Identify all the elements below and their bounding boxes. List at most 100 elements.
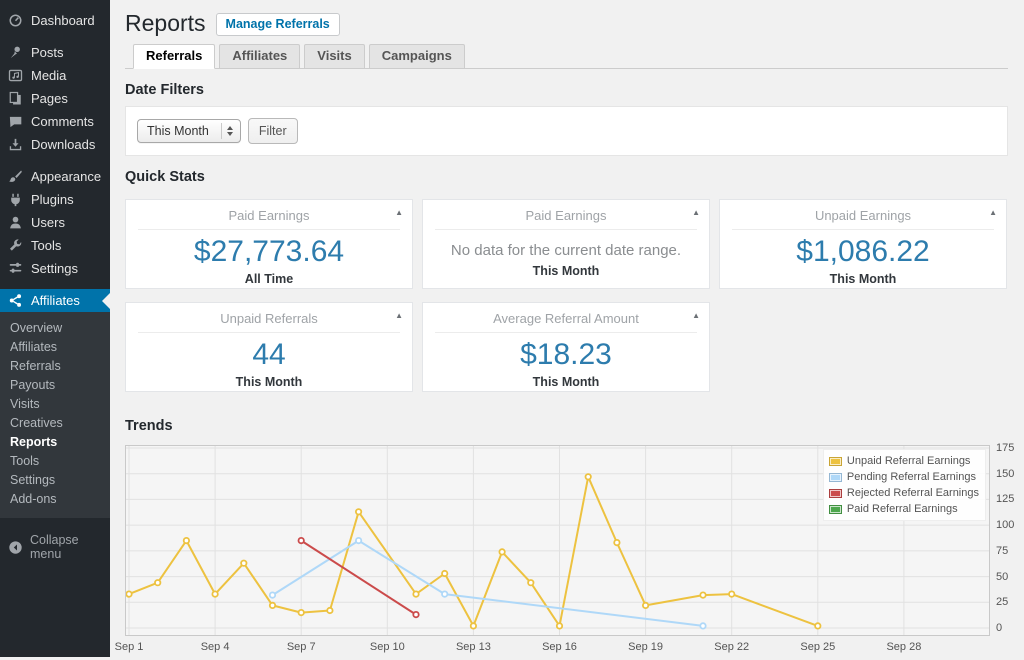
trends-heading: Trends bbox=[125, 418, 173, 434]
sidebar-item-label: Plugins bbox=[31, 192, 74, 207]
submenu-item-reports[interactable]: Reports bbox=[0, 433, 110, 452]
submenu-item-add-ons[interactable]: Add-ons bbox=[0, 490, 110, 509]
collapse-caret-icon[interactable]: ▲ bbox=[395, 208, 403, 217]
tab-referrals[interactable]: Referrals bbox=[133, 44, 216, 69]
legend-swatch bbox=[828, 504, 842, 514]
page-header: Reports Manage Referrals bbox=[125, 9, 1008, 37]
stat-card: Unpaid Referrals ▲ 44 This Month bbox=[125, 302, 413, 392]
y-tick-label: 100 bbox=[996, 519, 1015, 532]
collapse-menu-button[interactable]: Collapse menu bbox=[0, 529, 110, 565]
stat-value: $1,086.22 bbox=[796, 235, 930, 268]
menu-separator bbox=[0, 156, 110, 165]
sidebar-item-label: Pages bbox=[31, 91, 68, 106]
sidebar-item-appearance[interactable]: Appearance bbox=[0, 165, 110, 188]
stat-card-title: Paid Earnings ▲ bbox=[228, 208, 403, 223]
tab-visits[interactable]: Visits bbox=[304, 44, 365, 68]
stat-card-body: $18.23 This Month bbox=[423, 333, 709, 389]
sidebar-item-label: Affiliates bbox=[31, 293, 80, 308]
sidebar-item-media[interactable]: Media bbox=[0, 64, 110, 87]
sidebar-item-label: Tools bbox=[31, 238, 62, 253]
submenu-item-payouts[interactable]: Payouts bbox=[0, 376, 110, 395]
stat-period: This Month bbox=[235, 375, 303, 389]
date-range-selected-value: This Month bbox=[147, 124, 209, 138]
tab-affiliates[interactable]: Affiliates bbox=[219, 44, 301, 68]
collapse-caret-icon[interactable]: ▲ bbox=[395, 311, 403, 320]
stat-no-data-message: No data for the current date range. bbox=[450, 242, 682, 259]
submenu-item-visits[interactable]: Visits bbox=[0, 395, 110, 414]
collapse-caret-icon[interactable]: ▲ bbox=[692, 311, 700, 320]
report-tabs: Referrals Affiliates Visits Campaigns bbox=[125, 44, 1008, 69]
date-range-select[interactable]: This Month bbox=[137, 119, 241, 143]
collapse-arrow-icon bbox=[8, 540, 23, 555]
collapse-menu-label: Collapse menu bbox=[30, 533, 79, 561]
sidebar-item-plugins[interactable]: Plugins bbox=[0, 188, 110, 211]
x-tick-label: Sep 13 bbox=[455, 641, 491, 653]
affiliates-icon bbox=[8, 293, 23, 308]
sidebar-item-label: Media bbox=[31, 68, 67, 83]
tab-campaigns[interactable]: Campaigns bbox=[368, 44, 465, 68]
sidebar-item-downloads[interactable]: Downloads bbox=[0, 133, 110, 156]
stat-card-title: Paid Earnings ▲ bbox=[525, 208, 700, 223]
stat-card-title: Unpaid Earnings ▲ bbox=[814, 208, 997, 223]
submenu-item-affiliates[interactable]: Affiliates bbox=[0, 338, 110, 357]
legend-label: Paid Referral Earnings bbox=[846, 503, 958, 515]
trends-chart: 0 25 50 75 100 125 150 175 Sep 1 Sep 4 Sep 7 Sep 1… bbox=[115, 442, 1015, 660]
stat-period: This Month bbox=[829, 272, 897, 286]
submenu-item-overview[interactable]: Overview bbox=[0, 319, 110, 338]
legend-item: Unpaid Referral Earnings bbox=[828, 453, 979, 469]
legend-swatch bbox=[828, 488, 842, 498]
dashboard-icon bbox=[8, 13, 23, 28]
x-tick-label: Sep 1 bbox=[114, 641, 144, 653]
settings-icon bbox=[8, 261, 23, 276]
select-stepper-icon bbox=[220, 123, 236, 139]
sidebar-item-users[interactable]: Users bbox=[0, 211, 110, 234]
date-filter-panel: This Month Filter bbox=[125, 106, 1008, 156]
legend-item: Pending Referral Earnings bbox=[828, 469, 979, 485]
stat-card: Paid Earnings ▲ No data for the current da… bbox=[422, 199, 710, 289]
sidebar-item-tools[interactable]: Tools bbox=[0, 234, 110, 257]
users-icon bbox=[8, 215, 23, 230]
admin-sidebar: Dashboard Posts Media Pages Comments Download… bbox=[0, 0, 110, 657]
sidebar-item-comments[interactable]: Comments bbox=[0, 110, 110, 133]
x-tick-label: Sep 10 bbox=[369, 641, 405, 653]
x-tick-label: Sep 16 bbox=[542, 641, 577, 653]
quick-stats-cards: Paid Earnings ▲ $27,773.64 All Time Paid Ear… bbox=[125, 199, 1008, 392]
stat-value: 44 bbox=[252, 338, 286, 371]
sidebar-item-dashboard[interactable]: Dashboard bbox=[0, 9, 110, 32]
sidebar-item-pages[interactable]: Pages bbox=[0, 87, 110, 110]
legend-item: Rejected Referral Earnings bbox=[828, 485, 979, 501]
filter-button[interactable]: Filter bbox=[247, 118, 298, 144]
y-tick-label: 50 bbox=[996, 570, 1009, 583]
menu-separator bbox=[0, 32, 110, 41]
stat-card-title: Average Referral Amount ▲ bbox=[493, 311, 700, 326]
manage-referrals-button[interactable]: Manage Referrals bbox=[215, 12, 340, 36]
sidebar-item-settings[interactable]: Settings bbox=[0, 257, 110, 280]
sidebar-item-label: Posts bbox=[31, 45, 64, 60]
collapse-caret-icon[interactable]: ▲ bbox=[989, 208, 997, 217]
submenu-item-referrals[interactable]: Referrals bbox=[0, 357, 110, 376]
page-title: Reports bbox=[125, 10, 206, 36]
submenu-item-settings[interactable]: Settings bbox=[0, 471, 110, 490]
pin-icon bbox=[8, 45, 23, 60]
submenu-item-tools[interactable]: Tools bbox=[0, 452, 110, 471]
menu-separator bbox=[0, 280, 110, 289]
date-filters-heading: Date Filters bbox=[125, 82, 204, 98]
stat-card-body: 44 This Month bbox=[126, 333, 412, 389]
x-tick-label: Sep 7 bbox=[286, 641, 316, 653]
y-tick-label: 0 bbox=[996, 622, 1003, 634]
sidebar-item-label: Comments bbox=[31, 114, 94, 129]
x-tick-label: Sep 19 bbox=[628, 641, 664, 653]
sidebar-item-label: Appearance bbox=[31, 169, 102, 184]
legend-swatch bbox=[828, 472, 842, 482]
stat-period: This Month bbox=[532, 375, 600, 389]
stat-value: $18.23 bbox=[520, 338, 612, 371]
stat-card: Paid Earnings ▲ $27,773.64 All Time bbox=[125, 199, 413, 289]
sidebar-item-posts[interactable]: Posts bbox=[0, 41, 110, 64]
chart-legend: Unpaid Referral Earnings Pending Referral… bbox=[822, 449, 986, 521]
x-tick-label: Sep 22 bbox=[714, 641, 750, 653]
collapse-caret-icon[interactable]: ▲ bbox=[692, 208, 700, 217]
legend-swatch bbox=[828, 456, 842, 466]
stat-value: $27,773.64 bbox=[193, 235, 345, 268]
submenu-item-creatives[interactable]: Creatives bbox=[0, 414, 110, 433]
sidebar-item-affiliates[interactable]: Affiliates bbox=[0, 289, 110, 312]
